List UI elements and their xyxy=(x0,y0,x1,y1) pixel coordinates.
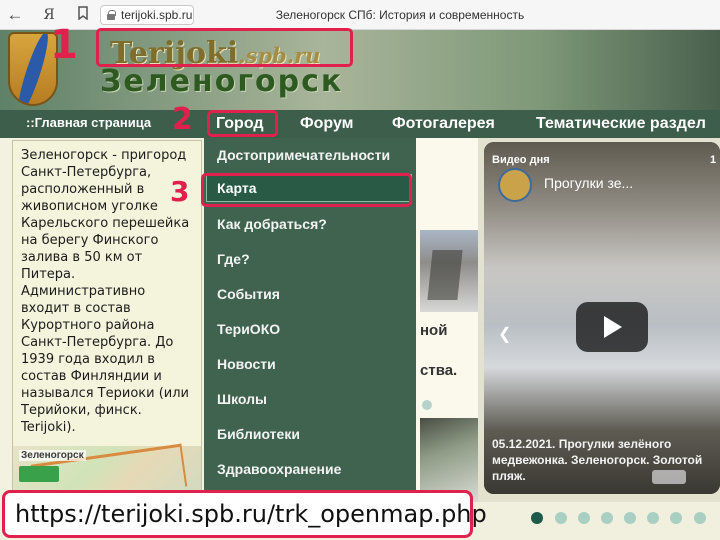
slider-dot[interactable] xyxy=(555,512,567,524)
play-icon xyxy=(604,316,622,338)
previous-arrow-icon[interactable]: ❮ xyxy=(498,324,511,344)
dropdown-item-terioko[interactable]: ТериОКО xyxy=(217,321,280,337)
slider-dot-active[interactable] xyxy=(531,512,543,524)
channel-avatar[interactable] xyxy=(498,168,532,202)
video-count: 1 xyxy=(710,154,717,166)
slider-dot[interactable] xyxy=(647,512,659,524)
slider-dot[interactable] xyxy=(578,512,590,524)
url-callout-text: https://terijoki.spb.ru/trk_openmap.php xyxy=(15,500,487,528)
annotation-box-city-menu xyxy=(207,110,278,137)
dropdown-item-events[interactable]: События xyxy=(217,286,280,302)
site-city-name: Зеленогорск xyxy=(100,64,344,99)
video-title[interactable]: Прогулки зе... xyxy=(544,175,633,191)
video-day-label: Видео дня xyxy=(492,154,550,166)
browser-toolbar: ← Я terijoki.spb.ru Зеленогорск СПб: Ист… xyxy=(0,0,720,30)
news-text-fragment: ной xyxy=(420,322,448,339)
annotation-box-logo xyxy=(96,28,353,67)
dropdown-item-libraries[interactable]: Библиотеки xyxy=(217,426,300,442)
annotation-box-map-item xyxy=(201,173,412,207)
slider-dot[interactable] xyxy=(694,512,706,524)
video-player[interactable]: Видео дня 1 Прогулки зе... ❮ 05.12.2021.… xyxy=(484,142,720,494)
play-button[interactable] xyxy=(576,302,648,352)
map-badge xyxy=(19,466,59,482)
annotation-number: 3 xyxy=(170,175,190,208)
url-callout: https://terijoki.spb.ru/trk_openmap.php xyxy=(2,490,487,538)
dropdown-item-schools[interactable]: Школы xyxy=(217,391,267,407)
news-pager-dot[interactable] xyxy=(422,400,432,410)
slider-dot[interactable] xyxy=(624,512,636,524)
annotation-number: 2 xyxy=(172,102,193,137)
news-photo[interactable] xyxy=(420,230,478,312)
slider-dot[interactable] xyxy=(601,512,613,524)
slider-dot[interactable] xyxy=(670,512,682,524)
nav-topics-link[interactable]: Тематические раздел xyxy=(536,115,706,133)
map-thumbnail-label: Зеленогорск xyxy=(19,450,86,461)
annotation-number: 1 xyxy=(50,22,78,68)
video-of-the-day-panel: Видео дня 1 Прогулки зе... ❮ 05.12.2021.… xyxy=(478,138,720,502)
nav-home-link[interactable]: ::Главная страница xyxy=(26,115,151,130)
dropdown-item-news[interactable]: Новости xyxy=(217,356,276,372)
main-navigation: ::Главная страница Город Форум Фотогалер… xyxy=(0,110,720,138)
nav-forum-link[interactable]: Форум xyxy=(300,115,354,133)
youtube-logo-icon[interactable] xyxy=(652,470,686,484)
news-text-fragment: ства. xyxy=(420,362,458,379)
news-column: ной ства. xyxy=(416,138,478,502)
dropdown-item-where[interactable]: Где? xyxy=(217,251,250,267)
dropdown-item-healthcare[interactable]: Здравоохранение xyxy=(217,461,341,477)
page-title: Зеленогорск СПб: История и современность xyxy=(275,8,525,22)
nav-gallery-link[interactable]: Фотогалерея xyxy=(392,115,495,133)
dropdown-item-directions[interactable]: Как добраться? xyxy=(217,216,327,232)
dropdown-item-sights[interactable]: Достопримечательности xyxy=(217,147,390,163)
